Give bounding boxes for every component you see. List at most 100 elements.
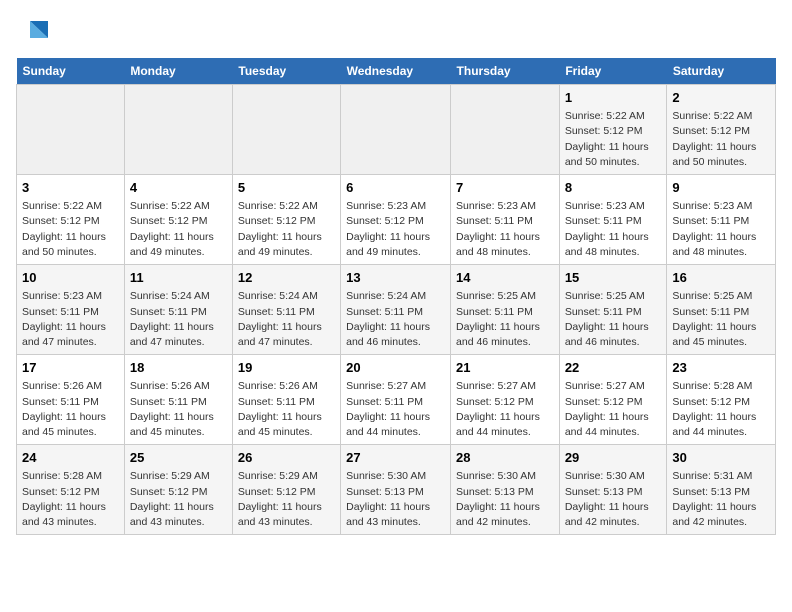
day-info: Sunrise: 5:23 AMSunset: 5:11 PMDaylight:… — [456, 199, 554, 260]
day-info: Sunrise: 5:23 AMSunset: 5:11 PMDaylight:… — [22, 289, 119, 350]
day-number: 26 — [238, 449, 335, 467]
day-info: Sunrise: 5:25 AMSunset: 5:11 PMDaylight:… — [672, 289, 770, 350]
day-number: 3 — [22, 179, 119, 197]
day-cell: 10 Sunrise: 5:23 AMSunset: 5:11 PMDayligh… — [17, 265, 125, 355]
day-cell: 28 Sunrise: 5:30 AMSunset: 5:13 PMDayligh… — [451, 445, 560, 535]
day-number: 20 — [346, 359, 445, 377]
day-cell: 23Sunrise: 5:28 AMSunset: 5:12 PMDayligh… — [667, 355, 776, 445]
day-cell: 11 Sunrise: 5:24 AMSunset: 5:11 PMDayligh… — [124, 265, 232, 355]
day-cell: 4 Sunrise: 5:22 AMSunset: 5:12 PMDaylight… — [124, 175, 232, 265]
day-info: Sunrise: 5:22 AMSunset: 5:12 PMDaylight:… — [672, 109, 770, 170]
day-number: 15 — [565, 269, 662, 287]
day-number: 16 — [672, 269, 770, 287]
day-number: 21 — [456, 359, 554, 377]
header-day-wednesday: Wednesday — [341, 58, 451, 85]
page-header — [16, 16, 776, 46]
day-cell: 17 Sunrise: 5:26 AMSunset: 5:11 PMDayligh… — [17, 355, 125, 445]
day-info: Sunrise: 5:23 AMSunset: 5:11 PMDaylight:… — [565, 199, 662, 260]
logo — [16, 16, 50, 46]
day-cell: 25 Sunrise: 5:29 AMSunset: 5:12 PMDayligh… — [124, 445, 232, 535]
header-day-tuesday: Tuesday — [232, 58, 340, 85]
day-cell: 27 Sunrise: 5:30 AMSunset: 5:13 PMDayligh… — [341, 445, 451, 535]
header-day-sunday: Sunday — [17, 58, 125, 85]
day-cell: 18Sunrise: 5:26 AMSunset: 5:11 PMDayligh… — [124, 355, 232, 445]
day-number: 11 — [130, 269, 227, 287]
day-number: 23 — [672, 359, 770, 377]
day-cell — [232, 85, 340, 175]
week-row-5: 24 Sunrise: 5:28 AMSunset: 5:12 PMDayligh… — [17, 445, 776, 535]
day-cell: 30 Sunrise: 5:31 AMSunset: 5:13 PMDayligh… — [667, 445, 776, 535]
day-number: 5 — [238, 179, 335, 197]
day-number: 7 — [456, 179, 554, 197]
header-day-thursday: Thursday — [451, 58, 560, 85]
day-info: Sunrise: 5:24 AMSunset: 5:11 PMDaylight:… — [130, 289, 227, 350]
day-number: 4 — [130, 179, 227, 197]
week-row-2: 3 Sunrise: 5:22 AMSunset: 5:12 PMDaylight… — [17, 175, 776, 265]
day-info: Sunrise: 5:26 AMSunset: 5:11 PMDaylight:… — [22, 379, 119, 440]
day-info: Sunrise: 5:31 AMSunset: 5:13 PMDaylight:… — [672, 469, 770, 530]
day-cell: 12 Sunrise: 5:24 AMSunset: 5:11 PMDayligh… — [232, 265, 340, 355]
day-number: 25 — [130, 449, 227, 467]
day-cell: 21Sunrise: 5:27 AMSunset: 5:12 PMDayligh… — [451, 355, 560, 445]
day-cell: 26 Sunrise: 5:29 AMSunset: 5:12 PMDayligh… — [232, 445, 340, 535]
day-number: 2 — [672, 89, 770, 107]
day-info: Sunrise: 5:29 AMSunset: 5:12 PMDaylight:… — [130, 469, 227, 530]
header-day-monday: Monday — [124, 58, 232, 85]
day-number: 9 — [672, 179, 770, 197]
day-cell — [341, 85, 451, 175]
day-cell: 19 Sunrise: 5:26 AMSunset: 5:11 PMDayligh… — [232, 355, 340, 445]
day-cell: 22 Sunrise: 5:27 AMSunset: 5:12 PMDayligh… — [559, 355, 667, 445]
day-cell — [17, 85, 125, 175]
week-row-3: 10 Sunrise: 5:23 AMSunset: 5:11 PMDayligh… — [17, 265, 776, 355]
day-number: 27 — [346, 449, 445, 467]
day-cell: 8 Sunrise: 5:23 AMSunset: 5:11 PMDaylight… — [559, 175, 667, 265]
day-info: Sunrise: 5:27 AMSunset: 5:12 PMDaylight:… — [565, 379, 662, 440]
day-number: 8 — [565, 179, 662, 197]
day-number: 30 — [672, 449, 770, 467]
day-number: 13 — [346, 269, 445, 287]
day-number: 24 — [22, 449, 119, 467]
day-info: Sunrise: 5:29 AMSunset: 5:12 PMDaylight:… — [238, 469, 335, 530]
day-info: Sunrise: 5:22 AMSunset: 5:12 PMDaylight:… — [22, 199, 119, 260]
day-number: 17 — [22, 359, 119, 377]
week-row-1: 1Sunrise: 5:22 AMSunset: 5:12 PMDaylight… — [17, 85, 776, 175]
day-cell: 20Sunrise: 5:27 AMSunset: 5:11 PMDayligh… — [341, 355, 451, 445]
day-cell: 14 Sunrise: 5:25 AMSunset: 5:11 PMDayligh… — [451, 265, 560, 355]
day-cell: 16 Sunrise: 5:25 AMSunset: 5:11 PMDayligh… — [667, 265, 776, 355]
day-cell — [124, 85, 232, 175]
day-cell: 2 Sunrise: 5:22 AMSunset: 5:12 PMDaylight… — [667, 85, 776, 175]
logo-icon — [20, 16, 50, 46]
day-info: Sunrise: 5:22 AMSunset: 5:12 PMDaylight:… — [238, 199, 335, 260]
day-cell: 9 Sunrise: 5:23 AMSunset: 5:11 PMDaylight… — [667, 175, 776, 265]
day-number: 22 — [565, 359, 662, 377]
week-row-4: 17 Sunrise: 5:26 AMSunset: 5:11 PMDayligh… — [17, 355, 776, 445]
day-info: Sunrise: 5:22 AMSunset: 5:12 PMDaylight:… — [565, 109, 662, 170]
header-day-saturday: Saturday — [667, 58, 776, 85]
day-info: Sunrise: 5:22 AMSunset: 5:12 PMDaylight:… — [130, 199, 227, 260]
day-info: Sunrise: 5:30 AMSunset: 5:13 PMDaylight:… — [456, 469, 554, 530]
day-cell: 13Sunrise: 5:24 AMSunset: 5:11 PMDayligh… — [341, 265, 451, 355]
day-info: Sunrise: 5:30 AMSunset: 5:13 PMDaylight:… — [346, 469, 445, 530]
day-cell — [451, 85, 560, 175]
day-cell: 29Sunrise: 5:30 AMSunset: 5:13 PMDayligh… — [559, 445, 667, 535]
day-number: 10 — [22, 269, 119, 287]
day-number: 19 — [238, 359, 335, 377]
day-info: Sunrise: 5:26 AMSunset: 5:11 PMDaylight:… — [238, 379, 335, 440]
day-info: Sunrise: 5:23 AMSunset: 5:11 PMDaylight:… — [672, 199, 770, 260]
day-info: Sunrise: 5:28 AMSunset: 5:12 PMDaylight:… — [22, 469, 119, 530]
day-info: Sunrise: 5:25 AMSunset: 5:11 PMDaylight:… — [456, 289, 554, 350]
day-number: 28 — [456, 449, 554, 467]
day-cell: 15Sunrise: 5:25 AMSunset: 5:11 PMDayligh… — [559, 265, 667, 355]
day-number: 14 — [456, 269, 554, 287]
day-cell: 24 Sunrise: 5:28 AMSunset: 5:12 PMDayligh… — [17, 445, 125, 535]
header-day-friday: Friday — [559, 58, 667, 85]
day-info: Sunrise: 5:24 AMSunset: 5:11 PMDaylight:… — [238, 289, 335, 350]
day-number: 6 — [346, 179, 445, 197]
day-cell: 6 Sunrise: 5:23 AMSunset: 5:12 PMDaylight… — [341, 175, 451, 265]
day-number: 18 — [130, 359, 227, 377]
day-cell: 7 Sunrise: 5:23 AMSunset: 5:11 PMDaylight… — [451, 175, 560, 265]
day-cell: 3 Sunrise: 5:22 AMSunset: 5:12 PMDaylight… — [17, 175, 125, 265]
day-number: 29 — [565, 449, 662, 467]
day-info: Sunrise: 5:23 AMSunset: 5:12 PMDaylight:… — [346, 199, 445, 260]
day-number: 12 — [238, 269, 335, 287]
